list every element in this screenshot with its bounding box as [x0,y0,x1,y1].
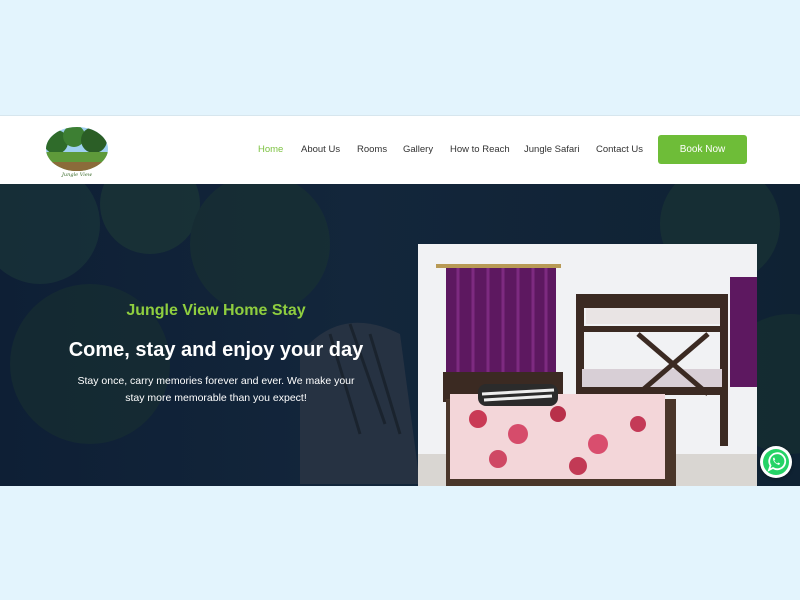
whatsapp-button[interactable] [760,446,792,478]
nav-how-to-reach[interactable]: How to Reach [450,144,510,155]
hero-description: Stay once, carry memories forever and ev… [77,375,355,404]
nav-rooms[interactable]: Rooms [357,144,387,155]
hero-section: Jungle View Home Stay Come, stay and enj… [0,184,800,486]
nav-gallery[interactable]: Gallery [403,144,433,155]
room-photo [418,244,757,486]
top-blank-area [0,0,800,115]
nav-jungle-safari[interactable]: Jungle Safari [524,144,579,155]
nav-home[interactable]: Home [258,144,283,155]
whatsapp-icon [763,449,789,475]
site-logo[interactable]: Jungle View [44,126,110,178]
nav-contact-us[interactable]: Contact Us [596,144,643,155]
hero-tagline: Jungle View Home Stay [126,302,306,319]
bottom-blank-area [0,486,800,600]
nav-about-us[interactable]: About Us [301,144,340,155]
book-now-button[interactable]: Book Now [658,135,747,164]
hero-title: Come, stay and enjoy your day [68,339,364,361]
site-header: Jungle View Home About Us Rooms Gallery … [0,115,800,185]
svg-text:Jungle View: Jungle View [61,172,93,178]
